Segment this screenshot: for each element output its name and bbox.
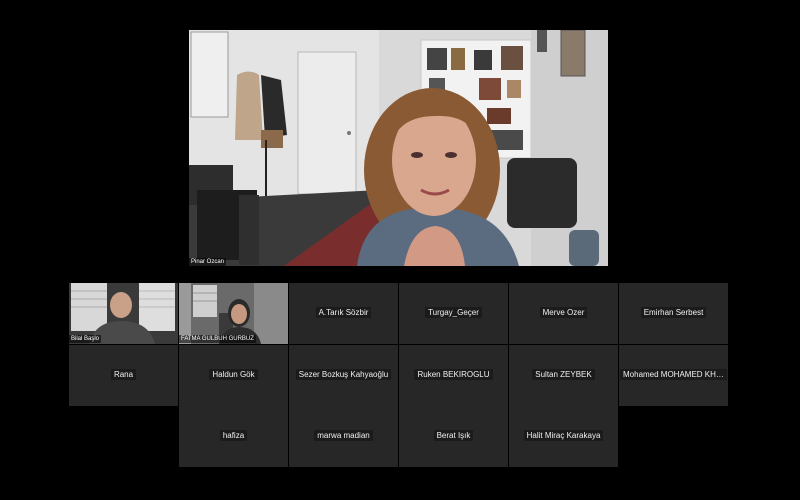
participant-tile[interactable]: Sultan ZEYBEK (509, 345, 618, 406)
participant-tile[interactable]: A.Tarık Sözbir (289, 283, 398, 344)
participant-name: Turgay_Geçer (425, 306, 482, 318)
participant-tile[interactable]: Sezer Bozkuş Kahyaoğlu (289, 345, 398, 406)
participant-tile[interactable]: marwa madian (289, 406, 398, 467)
participant-tile[interactable]: Haldun Gök (179, 345, 288, 406)
participant-tile[interactable]: Rana (69, 345, 178, 406)
participant-video-tile[interactable]: Bilal Başlo (69, 283, 178, 344)
participant-video-tile[interactable]: FATMA GULBUH GURBUZ (179, 283, 288, 344)
participant-tile[interactable]: Ruken BEKIROGLU (399, 345, 508, 406)
participant-gallery: Bilal Başlo FATMA GULBUH GURBUZ A.Tarık … (0, 0, 800, 500)
participant-name: Ruken BEKIROGLU (414, 368, 493, 380)
participant-tile[interactable]: Emirhan Serbest (619, 283, 728, 344)
participant-tile[interactable]: Turgay_Geçer (399, 283, 508, 344)
participant-name: Emirhan Serbest (640, 306, 707, 318)
participant-name: marwa madian (314, 429, 373, 441)
participant-name: Sultan ZEYBEK (532, 368, 595, 380)
participant-name: Berat Işık (433, 429, 474, 441)
participant-tile[interactable]: Mohamed MOHAMED KHO... (619, 345, 728, 406)
participant-name: Mohamed MOHAMED KHO... (620, 368, 727, 380)
participant-name: Rana (110, 368, 137, 380)
participant-name-tag: Bilal Başlo (69, 335, 102, 343)
participant-tile[interactable]: hafiza (179, 406, 288, 467)
participant-name: A.Tarık Sözbir (315, 306, 372, 318)
participant-tile[interactable]: Halit Miraç Karakaya (509, 406, 618, 467)
participant-tile[interactable]: Merve Ozer (509, 283, 618, 344)
participant-name-tag: FATMA GULBUH GURBUZ (179, 335, 256, 343)
participant-name: hafiza (219, 429, 248, 441)
participant-name: Sezer Bozkuş Kahyaoğlu (295, 368, 392, 380)
participant-name: Merve Ozer (539, 306, 588, 318)
participant-tile[interactable]: Berat Işık (399, 406, 508, 467)
participant-name: Haldun Gök (209, 368, 258, 380)
participant-name: Halit Miraç Karakaya (523, 429, 604, 441)
